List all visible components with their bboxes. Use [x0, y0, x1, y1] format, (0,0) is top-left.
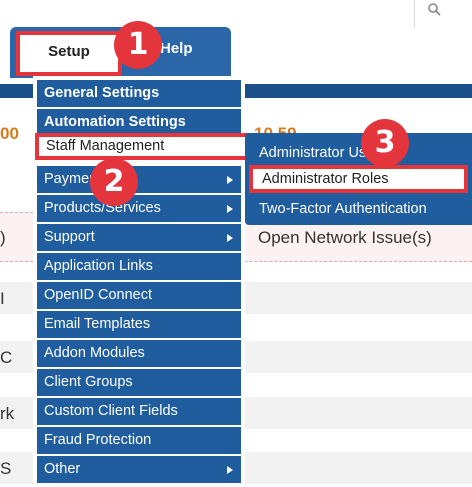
bg-row-fragment: S	[0, 459, 12, 478]
menu-item-label: Application Links	[44, 258, 153, 274]
menu-item-label: Automation Settings	[44, 114, 186, 130]
search-icon	[428, 3, 441, 16]
chevron-right-icon	[227, 205, 233, 213]
bg-row-fragment: C	[0, 348, 13, 367]
menu-item-client-groups[interactable]: Client Groups	[37, 369, 241, 396]
submenu-item-label: Two-Factor Authentication	[259, 201, 427, 217]
top-strip	[0, 0, 472, 28]
step-badge-2: 2	[90, 158, 138, 206]
menu-item-general-settings[interactable]: General Settings	[37, 80, 241, 107]
chevron-right-icon	[227, 176, 233, 184]
setup-menu: General Settings Automation Settings Sta…	[33, 76, 277, 484]
submenu-item-two-factor-authentication[interactable]: Two-Factor Authentication	[245, 195, 472, 223]
menu-item-label: Support	[44, 229, 95, 245]
menu-item-label: Fraud Protection	[44, 432, 152, 448]
bg-row-fragment: )	[0, 228, 6, 247]
menu-item-label: Custom Client Fields	[44, 403, 178, 419]
menu-item-label: General Settings	[44, 85, 160, 101]
menu-item-label: Addon Modules	[44, 345, 145, 361]
menu-item-payments[interactable]: Payments	[37, 166, 241, 193]
bg-row-fragment: rk	[0, 404, 15, 423]
chevron-right-icon	[227, 234, 233, 242]
menu-item-label: Staff Management	[46, 138, 165, 154]
step-badge-1: 1	[114, 21, 162, 69]
menu-item-label: Email Templates	[44, 316, 151, 332]
menu-item-email-templates[interactable]: Email Templates	[37, 311, 241, 338]
menu-item-staff-management[interactable]: Staff Management	[35, 133, 277, 160]
menu-item-support[interactable]: Support	[37, 224, 241, 251]
tab-help[interactable]: Help	[160, 40, 193, 57]
submenu-item-administrator-roles[interactable]: Administrator Roles	[249, 165, 468, 193]
chevron-right-icon	[227, 466, 233, 474]
staff-management-submenu: Administrator Users Administrator Roles …	[245, 133, 472, 225]
menu-item-application-links[interactable]: Application Links	[37, 253, 241, 280]
menu-item-label: Other	[44, 461, 81, 477]
menu-item-addon-modules[interactable]: Addon Modules	[37, 340, 241, 367]
network-issue-text[interactable]: Open Network Issue(s)	[258, 228, 432, 248]
menu-item-fraud-protection[interactable]: Fraud Protection	[37, 427, 241, 454]
search-box[interactable]	[414, 0, 472, 30]
submenu-item-administrator-users[interactable]: Administrator Users	[245, 139, 472, 167]
menu-item-label: OpenID Connect	[44, 287, 153, 303]
menu-item-label: Client Groups	[44, 374, 133, 390]
menu-item-custom-client-fields[interactable]: Custom Client Fields	[37, 398, 241, 425]
tab-setup[interactable]: Setup	[16, 31, 122, 76]
menu-item-openid-connect[interactable]: OpenID Connect	[37, 282, 241, 309]
menu-item-products-services[interactable]: Products/Services	[37, 195, 241, 222]
bg-stat-fragment: 00	[0, 124, 19, 143]
menu-item-automation-settings[interactable]: Automation Settings	[37, 109, 241, 136]
tab-setup-label: Setup	[48, 43, 90, 60]
menu-item-other[interactable]: Other	[37, 456, 241, 483]
step-badge-3: 3	[361, 119, 409, 167]
bg-row-fragment: I	[0, 289, 5, 308]
submenu-item-label: Administrator Roles	[262, 171, 389, 187]
